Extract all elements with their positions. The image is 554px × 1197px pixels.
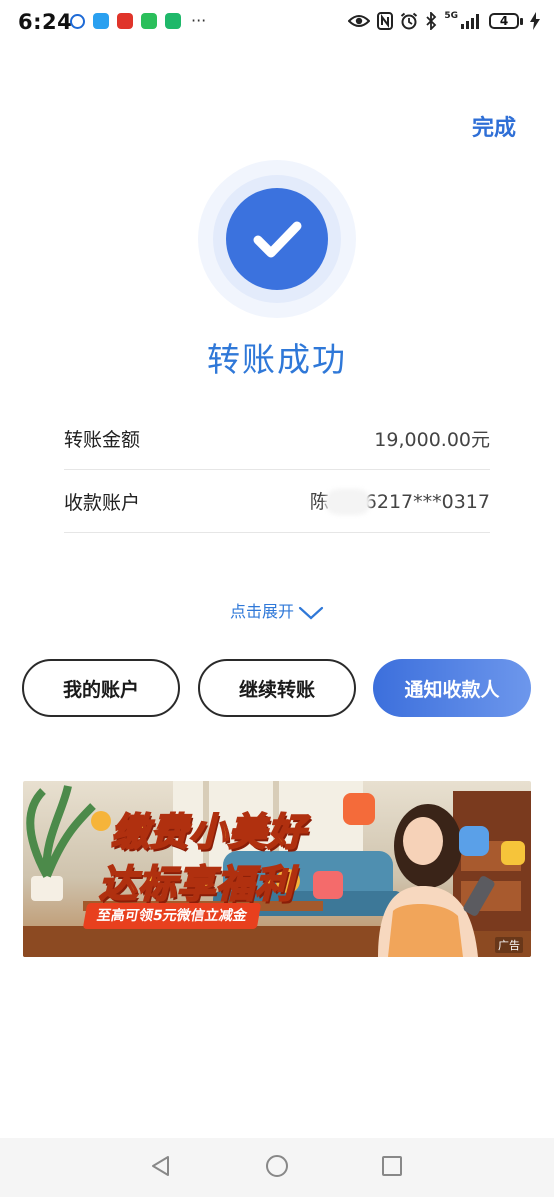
network-type: 5G xyxy=(444,11,458,21)
app-c-icon xyxy=(70,13,85,29)
notify-payee-button[interactable]: 通知收款人 xyxy=(373,659,531,717)
alarm-icon xyxy=(401,12,418,30)
charging-icon xyxy=(530,12,540,30)
expand-label: 点击展开 xyxy=(229,602,294,621)
amount-label: 转账金额 xyxy=(64,428,141,451)
payee-account-label: 收款账户 xyxy=(64,491,141,514)
done-button[interactable]: 完成 xyxy=(472,110,516,142)
payee-account-value: 陈 6217***0317 xyxy=(310,487,490,516)
ad-headline-2: 达标享福利 xyxy=(98,861,295,907)
nfc-icon xyxy=(377,12,394,30)
success-check-icon xyxy=(198,160,356,318)
app-chat-icon xyxy=(93,13,109,29)
back-nav-icon[interactable] xyxy=(150,1155,172,1177)
continue-transfer-button[interactable]: 继续转账 xyxy=(198,659,356,717)
more-notifications-icon: ··· xyxy=(191,11,207,30)
detail-row-payee-account: 收款账户 陈 6217***0317 xyxy=(64,470,490,533)
status-app-icons: ··· xyxy=(70,13,206,29)
eye-icon xyxy=(348,15,371,27)
signal-icon xyxy=(461,14,479,29)
ad-subline: 至高可领5元微信立减金 xyxy=(82,903,262,929)
bluetooth-icon xyxy=(426,12,437,30)
transfer-success-title: 转账成功 xyxy=(207,340,347,379)
payee-account-number: 6217***0317 xyxy=(364,490,490,513)
home-nav-icon[interactable] xyxy=(265,1155,289,1179)
battery-level: 4 xyxy=(499,14,509,28)
system-navigation-bar xyxy=(0,1138,554,1197)
expand-details-link[interactable]: 点击展开 xyxy=(0,598,554,622)
wechat-icon xyxy=(141,13,157,29)
app-green-icon xyxy=(165,13,181,29)
status-bar: 6:24 ··· 5G 4 xyxy=(0,0,554,46)
app-red-icon xyxy=(117,13,133,29)
status-time: 6:24 xyxy=(18,10,73,34)
ad-banner[interactable]: 缴费小美好 达标享福利 至高可领5元微信立减金 广告 xyxy=(23,781,531,957)
ad-tag: 广告 xyxy=(495,937,523,953)
ad-headline-1: 缴费小美好 xyxy=(110,809,307,855)
recents-nav-icon[interactable] xyxy=(381,1155,403,1177)
chevron-down-icon xyxy=(298,606,324,619)
amount-value: 19,000.00元 xyxy=(374,428,490,451)
privacy-mask xyxy=(324,489,371,516)
detail-row-amount: 转账金额 19,000.00元 xyxy=(64,407,490,470)
battery-icon: 4 xyxy=(489,13,523,29)
status-right: 5G 4 xyxy=(348,12,540,30)
my-account-button[interactable]: 我的账户 xyxy=(22,659,180,717)
